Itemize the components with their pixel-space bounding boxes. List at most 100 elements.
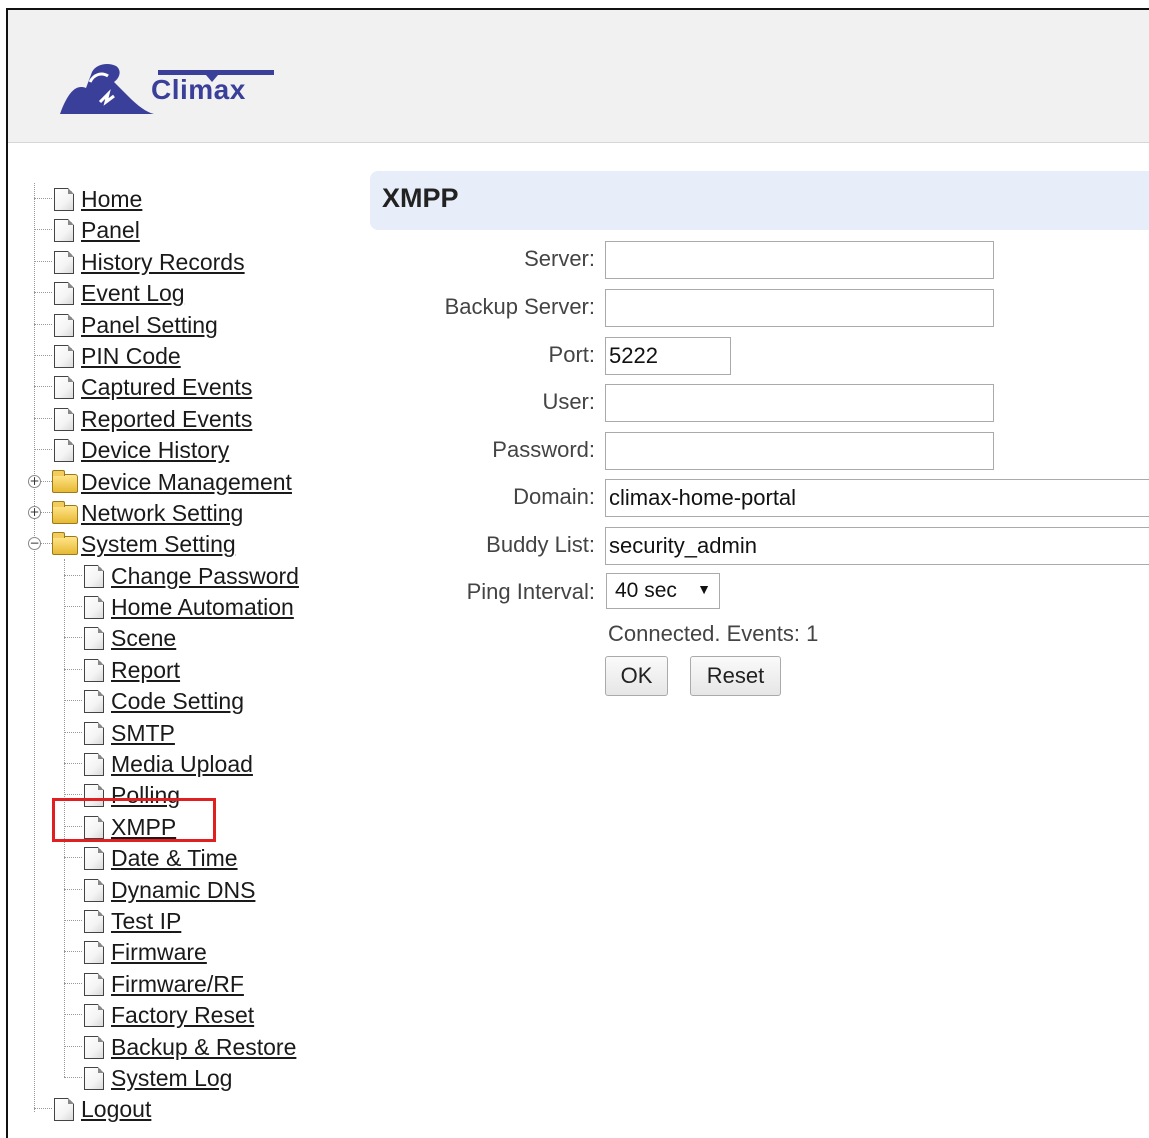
ping-interval-select[interactable]: 40 sec ▼ <box>606 573 720 609</box>
tree-item-link[interactable]: Home <box>81 186 142 213</box>
domain-label: Domain: <box>513 484 595 509</box>
tree-item-link[interactable]: System Setting <box>81 531 236 558</box>
tree-connector <box>64 888 82 890</box>
tree-item[interactable]: SMTP <box>20 717 340 748</box>
tree-item-link[interactable]: Test IP <box>111 908 181 935</box>
tree-connector <box>64 1076 82 1078</box>
server-label: Server: <box>524 246 595 271</box>
expand-toggle-icon[interactable]: − <box>28 537 41 551</box>
domain-input[interactable] <box>605 479 1149 517</box>
tree-item-link[interactable]: Panel Setting <box>81 312 218 339</box>
expand-toggle-icon[interactable]: + <box>28 474 41 488</box>
tree-item[interactable]: Device History <box>20 434 340 465</box>
tree-item-link[interactable]: System Log <box>111 1065 232 1092</box>
tree-item-link[interactable]: Captured Events <box>81 374 252 401</box>
header-bar: Climax <box>8 10 1149 143</box>
tree-item-link[interactable]: Panel <box>81 217 140 244</box>
tree-item[interactable]: Firmware/RF <box>20 968 340 999</box>
buddy-list-input[interactable] <box>605 527 1149 565</box>
tree-item[interactable]: Logout <box>20 1093 340 1124</box>
ping-interval-value: 40 sec <box>615 579 677 602</box>
tree-connector <box>34 260 52 262</box>
tree-item[interactable]: Firmware <box>20 936 340 967</box>
server-input[interactable] <box>605 241 994 279</box>
user-label: User: <box>542 389 595 414</box>
expand-toggle-icon[interactable]: + <box>28 505 41 519</box>
tree-item[interactable]: + Network Setting <box>20 497 340 528</box>
document-icon <box>84 1066 104 1090</box>
tree-item-link[interactable]: Network Setting <box>81 500 243 527</box>
tree-item[interactable]: PIN Code <box>20 340 340 371</box>
tree-item[interactable]: Captured Events <box>20 371 340 402</box>
document-icon <box>84 690 104 714</box>
tree-connector <box>64 1014 82 1016</box>
tree-connector <box>34 229 52 231</box>
tree-item-link[interactable]: SMTP <box>111 720 175 747</box>
document-icon <box>84 658 104 682</box>
tree-item[interactable]: Change Password <box>20 560 340 591</box>
tree-item[interactable]: Home Automation <box>20 591 340 622</box>
tree-item-link[interactable]: Code Setting <box>111 688 244 715</box>
tree-connector <box>34 1108 52 1110</box>
tree-item[interactable]: Report <box>20 654 340 685</box>
tree-item[interactable]: Event Log <box>20 277 340 308</box>
page-title-bar: XMPP <box>370 171 1149 230</box>
tree-item-link[interactable]: Change Password <box>111 563 299 590</box>
tree-item[interactable]: Factory Reset <box>20 999 340 1030</box>
tree-item[interactable]: Scene <box>20 622 340 653</box>
tree-item[interactable]: Test IP <box>20 905 340 936</box>
tree-connector <box>64 700 82 702</box>
tree-item[interactable]: System Log <box>20 1062 340 1093</box>
tree-item[interactable]: Panel <box>20 214 340 245</box>
tree-item[interactable]: Backup & Restore <box>20 1031 340 1062</box>
tree-item-link[interactable]: Factory Reset <box>111 1002 254 1029</box>
tree-item-link[interactable]: Report <box>111 657 180 684</box>
document-icon <box>54 282 74 306</box>
tree-item-link[interactable]: Event Log <box>81 280 185 307</box>
connection-status: Connected. Events: 1 <box>608 621 819 646</box>
tree-item-link[interactable]: Device History <box>81 437 229 464</box>
tree-connector <box>34 417 52 419</box>
port-input[interactable] <box>605 337 731 375</box>
tree-item[interactable]: Panel Setting <box>20 309 340 340</box>
user-input[interactable] <box>605 384 994 422</box>
tree-item-link[interactable]: History Records <box>81 249 245 276</box>
password-input[interactable] <box>605 432 994 470</box>
document-icon <box>84 972 104 996</box>
tree-item[interactable]: Home <box>20 183 340 214</box>
tree-item-link[interactable]: Device Management <box>81 469 292 496</box>
document-icon <box>54 344 74 368</box>
ok-button[interactable]: OK <box>605 656 668 696</box>
reset-button[interactable]: Reset <box>690 656 781 696</box>
tree-item-link[interactable]: Media Upload <box>111 751 253 778</box>
tree-item-link[interactable]: Reported Events <box>81 406 252 433</box>
tree-item[interactable]: + Device Management <box>20 466 340 497</box>
tree-item-link[interactable]: Backup & Restore <box>111 1034 296 1061</box>
tree-item-link[interactable]: Scene <box>111 625 176 652</box>
tree-connector <box>64 668 82 670</box>
page-title: XMPP <box>382 183 459 213</box>
document-icon <box>84 721 104 745</box>
tree-item-link[interactable]: Home Automation <box>111 594 294 621</box>
tree-item[interactable]: − System Setting <box>20 528 340 559</box>
tree-item[interactable]: Media Upload <box>20 748 340 779</box>
tree-connector <box>64 982 82 984</box>
tree-item-link[interactable]: PIN Code <box>81 343 181 370</box>
tree-connector <box>34 292 52 294</box>
tree-item[interactable]: Dynamic DNS <box>20 874 340 905</box>
tree-item[interactable]: Date & Time <box>20 842 340 873</box>
document-icon <box>84 909 104 933</box>
tree-connector <box>64 731 82 733</box>
tree-item-link[interactable]: Firmware <box>111 939 207 966</box>
tree-item-link[interactable]: Firmware/RF <box>111 971 244 998</box>
tree-item-link[interactable]: Dynamic DNS <box>111 877 255 904</box>
tree-item[interactable]: Reported Events <box>20 403 340 434</box>
ping-interval-label: Ping Interval: <box>466 579 595 604</box>
backup-server-input[interactable] <box>605 289 994 327</box>
tree-connector <box>34 449 52 451</box>
tree-item-link[interactable]: Date & Time <box>111 845 238 872</box>
tree-item-link[interactable]: Logout <box>81 1096 151 1123</box>
tree-item[interactable]: Code Setting <box>20 685 340 716</box>
tree-connector <box>64 857 82 859</box>
tree-item[interactable]: History Records <box>20 246 340 277</box>
